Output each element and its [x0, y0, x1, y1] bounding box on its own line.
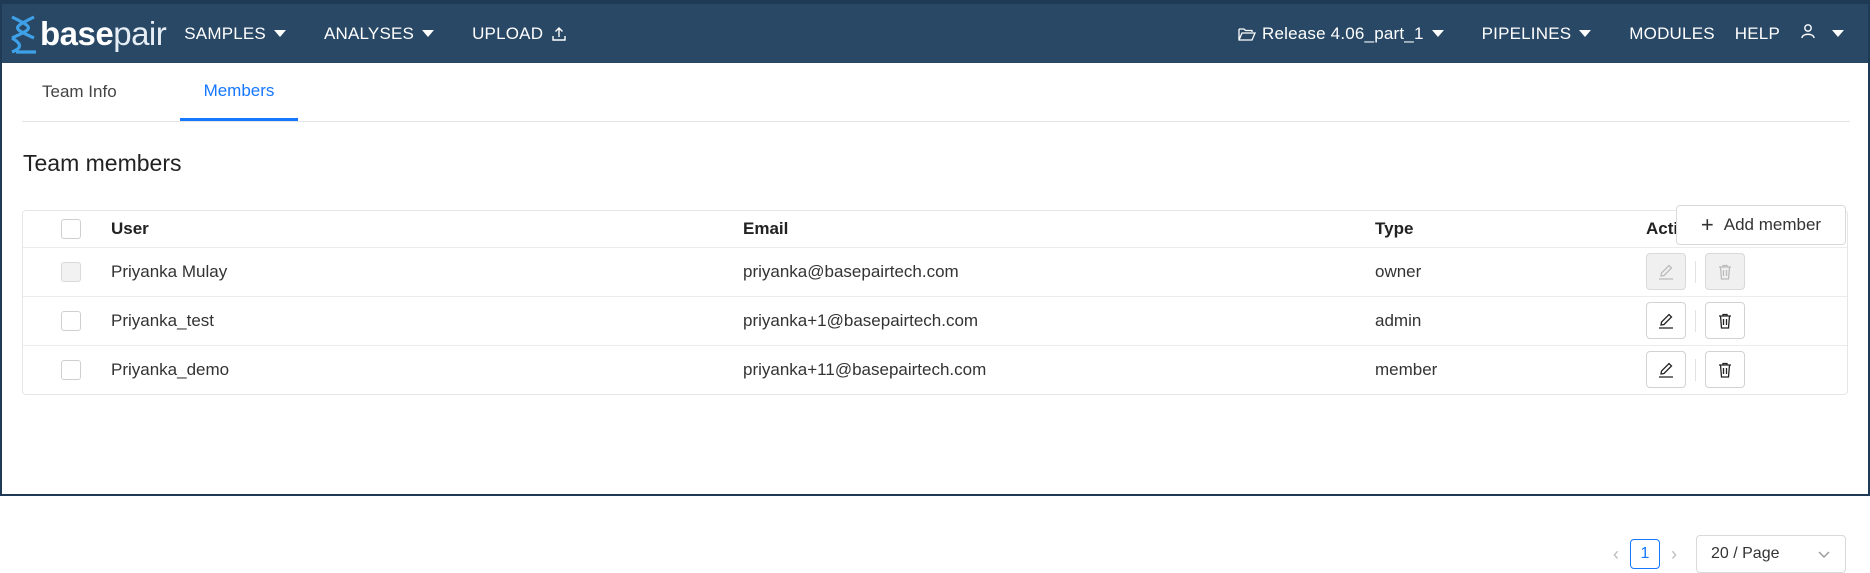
cell-type: owner [1375, 261, 1422, 281]
nav-modules[interactable]: MODULES [1629, 24, 1714, 44]
tab-team-info[interactable]: Team Info [22, 63, 180, 121]
caret-down-icon [1431, 30, 1444, 37]
delete-member-button[interactable] [1705, 351, 1745, 389]
team-tabs: Team Info Members [22, 63, 1850, 122]
table-row: Priyanka_demo priyanka+11@basepairtech.c… [23, 345, 1847, 394]
table-row: Priyanka_test priyanka+1@basepairtech.co… [23, 296, 1847, 345]
dna-logo-icon [11, 15, 36, 54]
nav-project-selector[interactable]: Release 4.06_part_1 [1238, 24, 1444, 44]
trash-icon [1719, 362, 1731, 378]
nav-upload-label: UPLOAD [472, 23, 544, 43]
header-type: Type [1375, 218, 1414, 238]
logo-text-light: pair [113, 15, 167, 52]
table-header-row: User Email Type Action [23, 211, 1847, 247]
edit-member-button [1646, 253, 1686, 290]
row-checkbox[interactable] [61, 310, 81, 331]
header-user: User [111, 218, 149, 238]
delete-member-button[interactable] [1705, 302, 1745, 339]
caret-down-icon [1579, 30, 1592, 37]
basepair-logo[interactable]: basepair [8, 14, 167, 54]
cell-type: member [1375, 359, 1438, 379]
cell-email: priyanka+1@basepairtech.com [743, 310, 979, 330]
nav-help-label: HELP [1734, 23, 1780, 43]
nav-help[interactable]: HELP [1735, 24, 1780, 44]
logo-text-bold: base [40, 15, 114, 52]
members-table: User Email Type Action Priyanka Mulay pr… [22, 210, 1848, 395]
nav-analyses[interactable]: ANALYSES [323, 23, 435, 44]
prev-page-icon[interactable]: ‹ [1604, 544, 1628, 565]
table-row: Priyanka Mulay priyanka@basepairtech.com… [23, 247, 1847, 296]
cell-email: priyanka@basepairtech.com [743, 261, 959, 281]
page-size-select[interactable]: 20 / Page [1696, 535, 1846, 573]
nav-samples-label: SAMPLES [184, 23, 266, 43]
edit-icon [1659, 264, 1673, 280]
page-number-button[interactable]: 1 [1630, 539, 1660, 569]
row-checkbox [61, 261, 81, 282]
select-all-checkbox[interactable] [61, 219, 81, 239]
add-member-button[interactable]: + Add member [1676, 205, 1846, 245]
edit-member-button[interactable] [1646, 351, 1686, 389]
trash-icon [1719, 313, 1731, 329]
page-size-value: 20 / Page [1711, 545, 1780, 562]
plus-icon: + [1700, 212, 1714, 237]
caret-down-icon [1832, 30, 1844, 37]
edit-icon [1659, 362, 1673, 378]
upload-icon [551, 26, 567, 42]
cell-user: Priyanka_demo [111, 359, 230, 379]
nav-user-menu[interactable] [1800, 23, 1844, 44]
cell-user: Priyanka_test [111, 310, 214, 330]
nav-pipelines[interactable]: PIPELINES [1482, 24, 1592, 44]
caret-down-icon [422, 30, 435, 37]
tab-members[interactable]: Members [180, 63, 298, 121]
cell-type: admin [1375, 310, 1422, 330]
top-navbar: basepair SAMPLES ANALYSES UPLOAD Release… [2, 4, 1868, 63]
nav-pipelines-label: PIPELINES [1481, 23, 1572, 43]
header-email: Email [743, 218, 789, 238]
edit-icon [1659, 313, 1673, 329]
nav-modules-label: MODULES [1629, 23, 1715, 43]
nav-samples[interactable]: SAMPLES [184, 24, 286, 44]
caret-down-icon [273, 30, 286, 37]
next-page-icon[interactable]: › [1662, 544, 1686, 565]
delete-member-button [1705, 253, 1745, 290]
nav-analyses-label: ANALYSES [323, 23, 415, 43]
edit-member-button[interactable] [1646, 302, 1686, 339]
nav-right-group: Release 4.06_part_1 PIPELINES MODULES HE… [1238, 23, 1868, 44]
chevron-down-icon [1818, 551, 1830, 558]
nav-upload[interactable]: UPLOAD [472, 24, 567, 44]
main-content: Team members + Add member User Email Typ… [2, 150, 1868, 573]
cell-email: priyanka+11@basepairtech.com [743, 359, 987, 379]
user-icon [1800, 23, 1816, 44]
row-checkbox[interactable] [61, 360, 81, 380]
page-title: Team members [23, 150, 182, 176]
pagination: ‹ 1 › 20 / Page [1604, 535, 1846, 573]
add-member-label: Add member [1723, 215, 1822, 234]
nav-project-label: Release 4.06_part_1 [1261, 23, 1424, 43]
folder-open-icon [1238, 27, 1256, 41]
cell-user: Priyanka Mulay [111, 261, 228, 281]
trash-icon [1719, 264, 1731, 280]
